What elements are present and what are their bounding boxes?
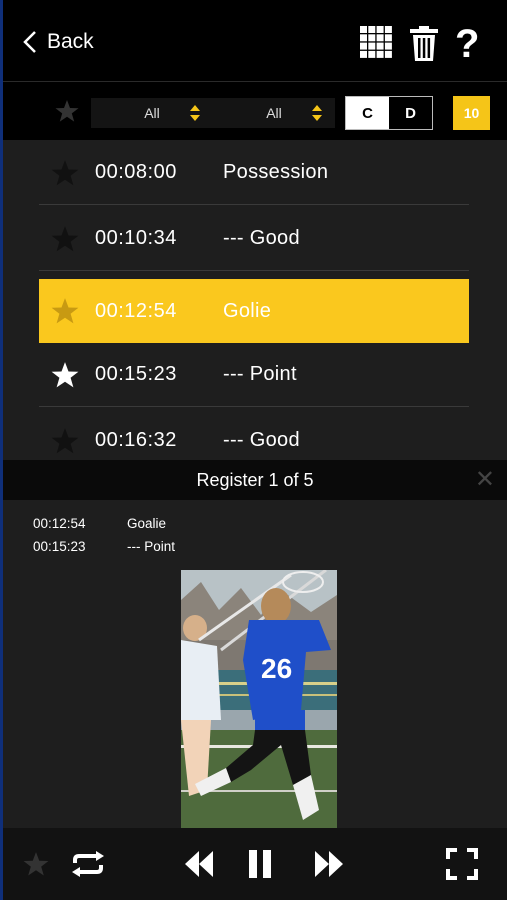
updown-arrows-icon [190, 105, 200, 121]
chevron-left-icon [23, 31, 36, 53]
jersey-number: 26 [261, 653, 292, 684]
back-button[interactable]: Back [23, 30, 94, 54]
video-thumbnail[interactable]: 26 [181, 570, 337, 828]
event-label: Golie [223, 299, 272, 322]
register-entry-time: 00:15:23 [33, 539, 86, 554]
event-row[interactable]: 00:10:34 --- Good [39, 207, 469, 271]
playback-controls [3, 828, 507, 900]
event-time: 00:12:54 [95, 299, 177, 322]
back-label: Back [47, 30, 94, 53]
help-icon[interactable]: ? [455, 22, 479, 66]
event-time: 00:16:32 [95, 429, 177, 451]
register-entry: 00:12:54 Goalie [33, 516, 166, 531]
fast-forward-icon[interactable] [315, 851, 343, 882]
loop-icon[interactable] [69, 851, 107, 882]
star-icon[interactable] [51, 225, 79, 253]
star-icon[interactable] [51, 361, 79, 389]
count-badge[interactable]: 10 [453, 96, 490, 130]
event-label: --- Point [223, 363, 297, 385]
updown-arrows-icon [312, 105, 322, 121]
close-icon[interactable]: ✕ [475, 468, 495, 492]
filter-select-1-value: All [144, 105, 160, 121]
filter-select-2-value: All [266, 105, 282, 121]
toggle-c-button[interactable]: C [346, 97, 389, 129]
grid-icon[interactable] [360, 26, 392, 63]
star-icon[interactable] [51, 297, 79, 325]
register-bar: Register 1 of 5 ✕ [3, 460, 507, 500]
filter-select-1[interactable]: All [91, 98, 213, 128]
register-entry-label: --- Point [127, 539, 176, 554]
filter-bar: All All C D 10 [3, 84, 507, 140]
star-icon[interactable] [23, 851, 49, 882]
event-label: --- Good [223, 429, 300, 451]
rewind-icon[interactable] [185, 851, 213, 882]
toggle-d-button[interactable]: D [389, 97, 432, 129]
event-label: --- Good [223, 227, 300, 249]
event-time: 00:10:34 [95, 227, 177, 249]
pause-icon[interactable] [249, 850, 271, 883]
filter-select-2[interactable]: All [213, 98, 335, 128]
register-entry-time: 00:12:54 [33, 516, 86, 531]
register-title: Register 1 of 5 [196, 469, 314, 490]
top-header: Back ? [3, 0, 507, 82]
event-row[interactable]: 00:15:23 --- Point [39, 343, 469, 407]
star-icon[interactable] [51, 427, 79, 455]
event-row[interactable]: 00:08:00 Possession [39, 141, 469, 205]
event-row[interactable]: 00:16:32 --- Good [39, 409, 469, 460]
event-list: 00:08:00 Possession 00:10:34 --- Good 00… [3, 140, 507, 460]
fullscreen-icon[interactable] [446, 848, 478, 885]
register-entry: 00:15:23 --- Point [33, 539, 175, 554]
event-time: 00:08:00 [95, 161, 177, 183]
register-entry-label: Goalie [127, 516, 167, 531]
event-time: 00:15:23 [95, 363, 177, 385]
event-label: Possession [223, 161, 329, 183]
star-icon[interactable] [51, 159, 79, 187]
c-d-toggle: C D [345, 96, 433, 130]
event-row-selected[interactable]: 00:12:54 Golie [39, 279, 469, 343]
trash-icon[interactable] [410, 26, 438, 67]
star-filter-icon[interactable] [55, 99, 79, 128]
register-detail: 00:12:54 Goalie 00:15:23 --- Point 26 [3, 500, 507, 828]
